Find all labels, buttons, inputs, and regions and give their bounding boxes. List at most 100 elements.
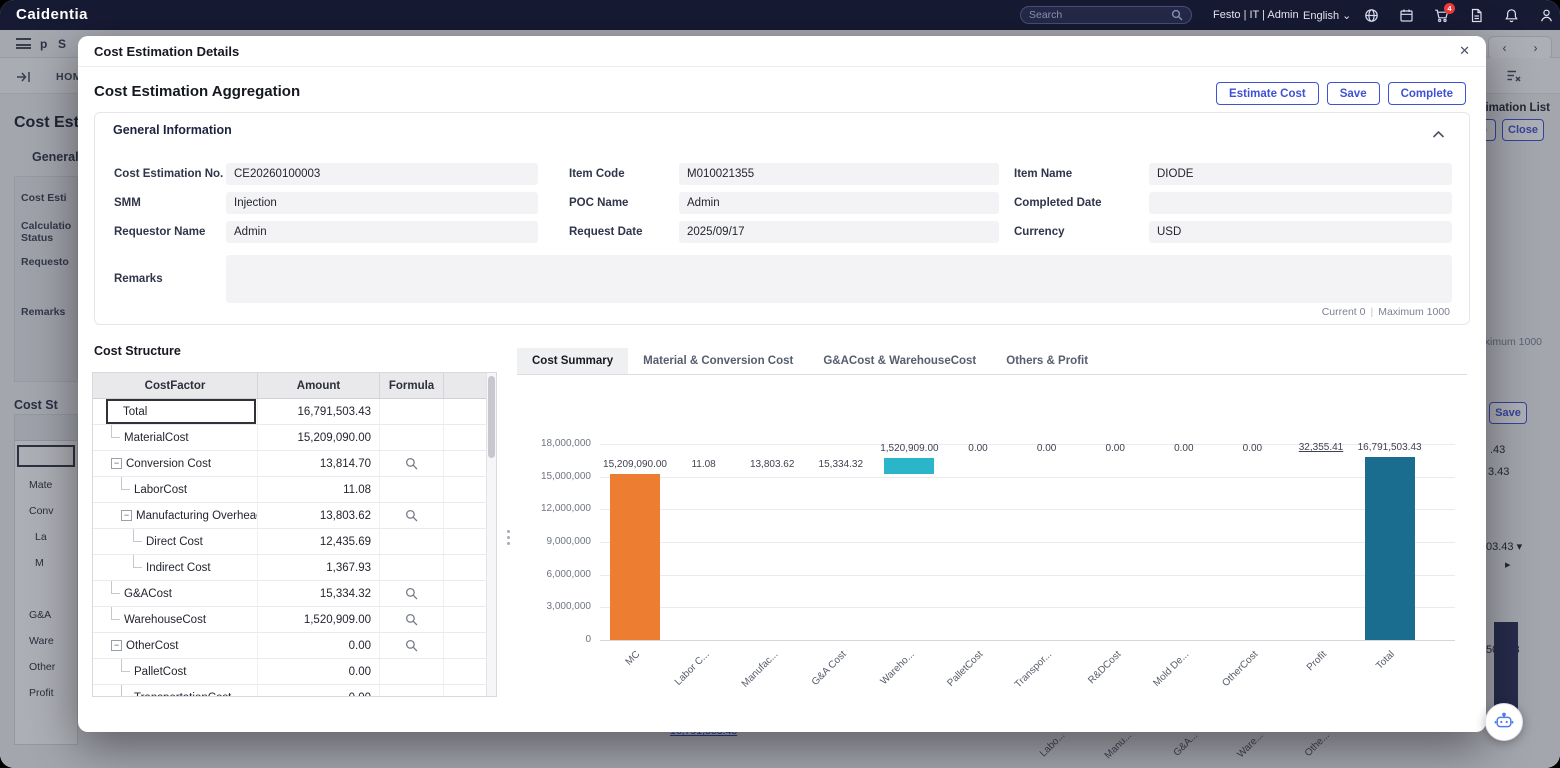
bar-value-label: 0.00 [1105,443,1124,454]
splitter-drag-handle-icon[interactable] [505,522,511,552]
cost-factor-label: Indirect Cost [146,562,211,574]
field-value[interactable]: DIODE [1149,163,1452,185]
amount-cell: 13,814.70 [258,451,380,476]
search-icon[interactable] [1171,9,1183,21]
bell-icon[interactable] [1503,7,1519,23]
tab-g-acost-warehousecost[interactable]: G&ACost & WarehouseCost [808,348,991,374]
x-axis-label: MC [624,649,643,668]
field-value[interactable]: USD [1149,221,1452,243]
language-selector[interactable]: English ⌄ [1303,9,1351,22]
table-row[interactable]: MaterialCost15,209,090.00 [93,425,488,451]
table-row[interactable]: −Conversion Cost13,814.70 [93,451,488,477]
topbar: Caidentia Search Festo | IT | Admin Engl… [0,0,1560,30]
x-axis-label: Labor C... [673,649,712,688]
cost-factor-cell[interactable]: MaterialCost [93,425,258,450]
tree-connector-icon [111,581,120,594]
tree-connector-icon [111,607,120,620]
user-icon[interactable] [1538,7,1554,23]
formula-search-icon[interactable] [380,633,444,658]
vertical-scrollbar[interactable] [486,373,496,696]
tab-material-conversion-cost[interactable]: Material & Conversion Cost [628,348,808,374]
page-title: Cost Estimation Aggregation [94,83,300,100]
x-axis-label: PalletCost [946,649,986,689]
formula-search-icon[interactable] [380,607,444,632]
column-header[interactable]: Amount [258,373,380,398]
field-value[interactable]: M010021355 [679,163,999,185]
formula-search-icon[interactable] [380,581,444,606]
formula-search-icon[interactable] [380,503,444,528]
cost-factor-cell[interactable]: G&ACost [93,581,258,606]
field-value[interactable] [1149,192,1452,214]
formula-search-icon[interactable] [380,451,444,476]
table-row[interactable]: PalletCost 0.00 [93,659,488,685]
table-row[interactable]: LaborCost11.08 [93,477,488,503]
remarks-label: Remarks [114,268,163,290]
collapse-toggle-icon[interactable]: − [121,510,132,521]
cost-factor-cell[interactable]: −OtherCost [93,633,258,658]
field-value[interactable]: CE20260100003 [226,163,538,185]
document-icon[interactable] [1468,7,1484,23]
table-row[interactable]: −OtherCost0.00 [93,633,488,659]
cost-factor-cell[interactable]: Direct Cost [93,529,258,554]
amount-cell: 15,334.32 [258,581,380,606]
cart-icon[interactable]: 4 [1433,7,1449,23]
empty-cell [444,581,488,606]
estimate-cost-button[interactable]: Estimate Cost [1216,82,1319,105]
cost-factor-label: TransportationCost [134,692,231,698]
column-header[interactable] [444,373,488,398]
field-value[interactable]: 2025/09/17 [679,221,999,243]
counter-separator: | [1370,306,1373,318]
gridline [600,607,1455,608]
table-row[interactable]: Indirect Cost 1,367.93 [93,555,488,581]
table-row[interactable]: Total16,791,503.43 [93,399,488,425]
cost-factor-label: Direct Cost [146,536,203,548]
x-axis-label: Manufac... [739,649,780,690]
table-row[interactable]: WarehouseCost1,520,909.00 [93,607,488,633]
general-information-section: General Information Cost Estimation No.C… [94,112,1470,325]
tree-connector-icon [121,685,130,697]
collapse-toggle-icon[interactable]: − [111,640,122,651]
chevron-up-icon[interactable] [1432,126,1445,144]
cost-factor-cell[interactable]: WarehouseCost [93,607,258,632]
table-row[interactable]: Direct Cost 12,435.69 [93,529,488,555]
table-row[interactable]: G&ACost15,334.32 [93,581,488,607]
assistant-button[interactable] [1485,703,1523,741]
cost-factor-cell[interactable]: −Manufacturing OverheadCo [93,503,258,528]
table-row[interactable]: TransportationCost0.00 [93,685,488,697]
remarks-field[interactable] [226,255,1452,303]
column-header[interactable]: Formula [380,373,444,398]
globe-icon[interactable] [1363,7,1379,23]
cost-factor-cell[interactable]: Total [93,399,258,424]
cost-factor-cell[interactable]: PalletCost [93,659,258,684]
field-label: Completed Date [1014,192,1102,214]
tree-connector-icon [121,659,130,672]
cost-factor-cell[interactable]: LaborCost [93,477,258,502]
field-value[interactable]: Admin [679,192,999,214]
cost-factor-cell[interactable]: −Conversion Cost [93,451,258,476]
app-logo[interactable]: Caidentia [16,6,88,23]
cost-structure-title: Cost Structure [94,344,181,358]
cost-factor-cell[interactable]: TransportationCost [93,685,258,697]
x-axis-label: Wareho... [879,649,917,687]
field-value[interactable]: Admin [226,221,538,243]
table-row[interactable]: −Manufacturing OverheadCo13,803.62 [93,503,488,529]
tab-cost-summary[interactable]: Cost Summary [517,348,628,374]
y-axis-tick-label: 3,000,000 [517,601,591,612]
cost-factor-cell[interactable]: Indirect Cost [93,555,258,580]
tab-others-profit[interactable]: Others & Profit [991,348,1103,374]
save-button[interactable]: Save [1327,82,1380,105]
close-icon[interactable]: ✕ [1459,43,1470,59]
empty-cell [444,607,488,632]
empty-cell [444,659,488,684]
field-value[interactable]: Injection [226,192,538,214]
column-header[interactable]: CostFactor [93,373,258,398]
search-input[interactable]: Search [1020,6,1192,24]
amount-cell: 1,367.93 [258,555,380,580]
amount-cell: 12,435.69 [258,529,380,554]
scrollbar-thumb[interactable] [488,376,495,458]
calendar-icon[interactable] [1398,7,1414,23]
cost-factor-label: PalletCost [134,666,186,678]
amount-cell: 0.00 [258,659,380,684]
collapse-toggle-icon[interactable]: − [111,458,122,469]
complete-button[interactable]: Complete [1388,82,1466,105]
